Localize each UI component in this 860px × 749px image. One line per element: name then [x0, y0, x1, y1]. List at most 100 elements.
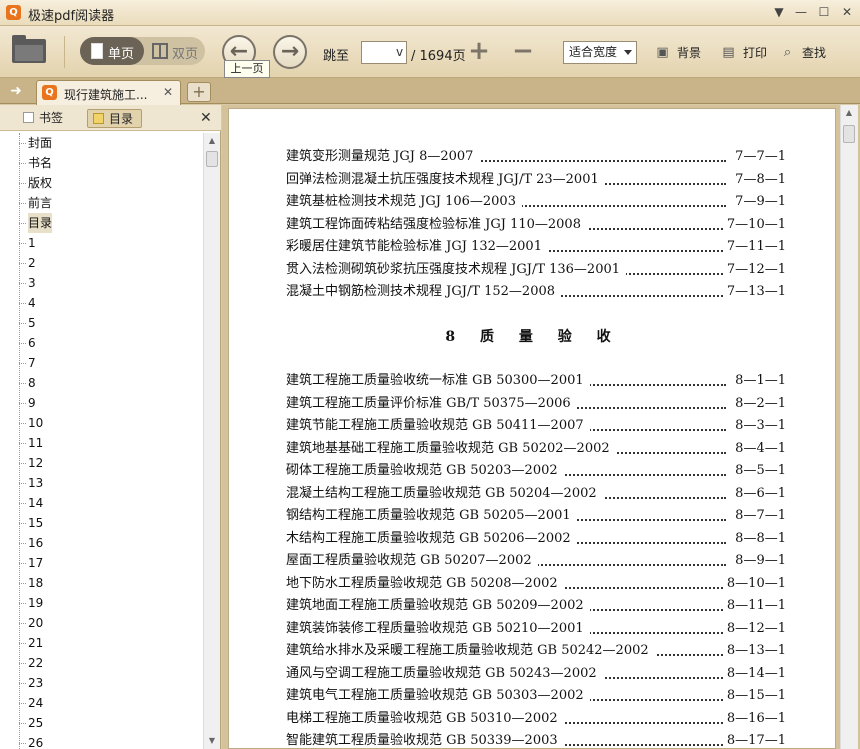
doc-toc-title: 建筑地面工程施工质量验收规范 GB 50209—2002 [286, 595, 590, 617]
doc-toc-line: 建筑工程施工质量评价标准 GB/T 50375—2006 8—2—1 [286, 392, 786, 415]
sidebar-close-icon[interactable]: ✕ [200, 110, 212, 126]
doc-toc-line: 建筑变形测量规范 JGJ 8—2007 7—7—1 [286, 146, 786, 168]
doc-toc-line: 混凝土中钢筋检测技术规程 JGJ/T 152—2008 7—13—1 [286, 281, 786, 303]
doc-toc-page: 8—11—1 [722, 595, 786, 617]
jump-to-label: 跳至 [323, 49, 350, 64]
doc-toc-title: 地下防水工程质量验收规范 GB 50208—2002 [286, 572, 564, 595]
toc-item-label: 21 [28, 636, 44, 650]
tab-bookmarks[interactable]: 书签 [18, 109, 68, 128]
toc-item-label: 16 [28, 536, 44, 550]
bookmarks-label: 书签 [39, 111, 64, 125]
doc-toc-title: 建筑装饰装修工程质量验收规范 GB 50210—2001 [286, 617, 590, 640]
doc-toc-page: 7—12—1 [722, 258, 786, 281]
find-label: 查找 [802, 46, 827, 60]
background-label: 背景 [677, 46, 702, 60]
doc-toc-page: 8—4—1 [731, 437, 786, 460]
app-logo-icon: Q [6, 5, 21, 20]
tab-document-label: 现行建筑施工... [64, 88, 148, 102]
toc-item-label: 13 [28, 476, 44, 490]
doc-toc-line: 建筑装饰装修工程质量验收规范 GB 50210—2001 8—12—1 [286, 617, 786, 640]
doc-toc-title: 电梯工程施工质量验收规范 GB 50310—2002 [286, 707, 564, 730]
toc-item-label: 版权 [28, 176, 53, 190]
view-mode-toggle: 单页 双页 [80, 37, 205, 65]
toc-tree: 封面 书名 版权 前言 目录 1 2 3 4 5 6 7 8 9 10 11 12 13 14 15 16 17 18 19 2… [0, 133, 203, 749]
doc-toc-line: 建筑节能工程施工质量验收规范 GB 50411—2007 8—3—1 [286, 415, 786, 437]
toc-item-label: 10 [28, 416, 44, 430]
tab-toc[interactable]: 目录 [87, 109, 142, 128]
doc-toc-title: 屋面工程质量验收规范 GB 50207—2002 [286, 550, 538, 572]
doc-toc-page: 8—2—1 [731, 392, 786, 415]
next-page-button[interactable]: → [273, 35, 307, 69]
open-file-button[interactable] [12, 35, 46, 65]
doc-toc-title: 建筑电气工程施工质量验收规范 GB 50303—2002 [286, 685, 590, 707]
scroll-up-icon[interactable]: ▲ [204, 133, 220, 149]
app-title: 极速pdf阅读器 [28, 9, 115, 24]
doc-toc-line: 智能建筑工程质量验收规范 GB 50339—2003 8—17—1 [286, 730, 786, 748]
scroll-thumb[interactable] [843, 125, 855, 143]
doc-toc-page: 8—1—1 [731, 370, 786, 392]
doc-toc-line: 建筑地面工程施工质量验收规范 GB 50209—2002 8—11—1 [286, 595, 786, 617]
doc-toc-page: 8—9—1 [731, 550, 786, 572]
pdf-file-icon: Q [42, 85, 57, 100]
doc-toc-line: 木结构工程施工质量验收规范 GB 50206—2002 8—8—1 [286, 527, 786, 550]
single-page-icon [91, 43, 103, 59]
doc-toc-line: 地下防水工程质量验收规范 GB 50208—2002 8—10—1 [286, 572, 786, 595]
fit-mode-select[interactable]: 适合宽度 [563, 41, 637, 64]
toc-item-label: 前言 [28, 196, 53, 210]
toc-item-label: 8 [28, 376, 36, 390]
doc-toc-title: 彩暖居住建筑节能检验标准 JGJ 132—2001 [286, 236, 548, 258]
scroll-thumb[interactable] [206, 151, 218, 167]
maximize-button[interactable]: ☐ [815, 4, 833, 21]
doc-toc-page: 8—7—1 [731, 505, 786, 527]
doc-toc-line: 屋面工程质量验收规范 GB 50207—2002 8—9—1 [286, 550, 786, 572]
new-tab-button[interactable]: + [187, 82, 211, 102]
scroll-up-icon[interactable]: ▲ [841, 105, 857, 121]
toc-item-label: 11 [28, 436, 44, 450]
picture-icon: ▣ [656, 45, 669, 60]
single-page-button[interactable]: 单页 [80, 37, 144, 65]
toc-item-label: 2 [28, 256, 36, 270]
doc-toc-title: 混凝土结构工程施工质量验收规范 GB 50204—2002 [286, 482, 603, 505]
tab-close-icon[interactable]: ✕ [163, 85, 173, 99]
document-scrollbar[interactable]: ▲ [840, 105, 858, 749]
toc-item-label: 7 [28, 356, 36, 370]
page-number-input[interactable]: v [361, 41, 407, 64]
doc-toc-line: 建筑电气工程施工质量验收规范 GB 50303—2002 8—15—1 [286, 685, 786, 707]
printer-icon: ▤ [722, 45, 735, 60]
doc-toc-page: 7—13—1 [722, 281, 786, 303]
close-button[interactable]: ✕ [838, 4, 856, 21]
doc-toc-page: 8—6—1 [731, 482, 786, 505]
doc-toc-title: 钢结构工程施工质量验收规范 GB 50205—2001 [286, 505, 577, 527]
pdf-page: 8 质 量 验 收 建筑变形测量规范 JGJ 8—2007 7—7—1 回弹法检测混… [228, 108, 836, 749]
title-bar: Q 极速pdf阅读器 ▼ — ☐ ✕ [0, 0, 860, 26]
doc-toc-page: 8—17—1 [722, 730, 786, 748]
double-page-label: 双页 [172, 47, 199, 62]
print-label: 打印 [743, 46, 768, 60]
bookmark-icon [23, 112, 34, 123]
doc-toc-title: 混凝土中钢筋检测技术规程 JGJ/T 152—2008 [286, 281, 562, 303]
menu-dropdown-icon[interactable]: ▼ [770, 4, 788, 21]
toolbar-divider [64, 36, 65, 68]
doc-toc-title: 建筑工程施工质量验收统一标准 GB 50300—2001 [286, 370, 590, 392]
tab-strip: ➜ Q 现行建筑施工... ✕ + [0, 78, 860, 105]
zoom-out-button[interactable]: − [511, 38, 535, 64]
document-view: 8 质 量 验 收 建筑变形测量规范 JGJ 8—2007 7—7—1 回弹法检测混… [222, 105, 860, 749]
scroll-down-icon[interactable]: ▼ [204, 733, 220, 749]
zoom-in-button[interactable]: + [467, 38, 491, 64]
toc-item-label: 25 [28, 716, 44, 730]
double-page-button[interactable]: 双页 [144, 37, 205, 65]
doc-toc-page: 8—14—1 [722, 662, 786, 685]
minimize-button[interactable]: — [792, 4, 810, 21]
doc-toc-page: 7—9—1 [731, 191, 786, 213]
sidebar-toggle-icon[interactable]: ➜ [6, 82, 26, 100]
doc-toc-line: 电梯工程施工质量验收规范 GB 50310—2002 8—16—1 [286, 707, 786, 730]
doc-toc-page: 7—8—1 [731, 168, 786, 191]
section-heading: 8 质 量 验 收 [445, 329, 621, 345]
tab-document[interactable]: Q 现行建筑施工... ✕ [36, 80, 181, 105]
doc-toc-line: 建筑地基基础工程施工质量验收规范 GB 50202—2002 8—4—1 [286, 437, 786, 460]
search-icon: ⌕ [783, 45, 792, 60]
doc-toc-page: 8—13—1 [722, 640, 786, 662]
sidebar-scrollbar[interactable]: ▲ ▼ [203, 133, 220, 749]
doc-toc-line: 建筑基桩检测技术规范 JGJ 106—2003 7—9—1 [286, 191, 786, 213]
page-total: / 1694页 [411, 49, 466, 64]
